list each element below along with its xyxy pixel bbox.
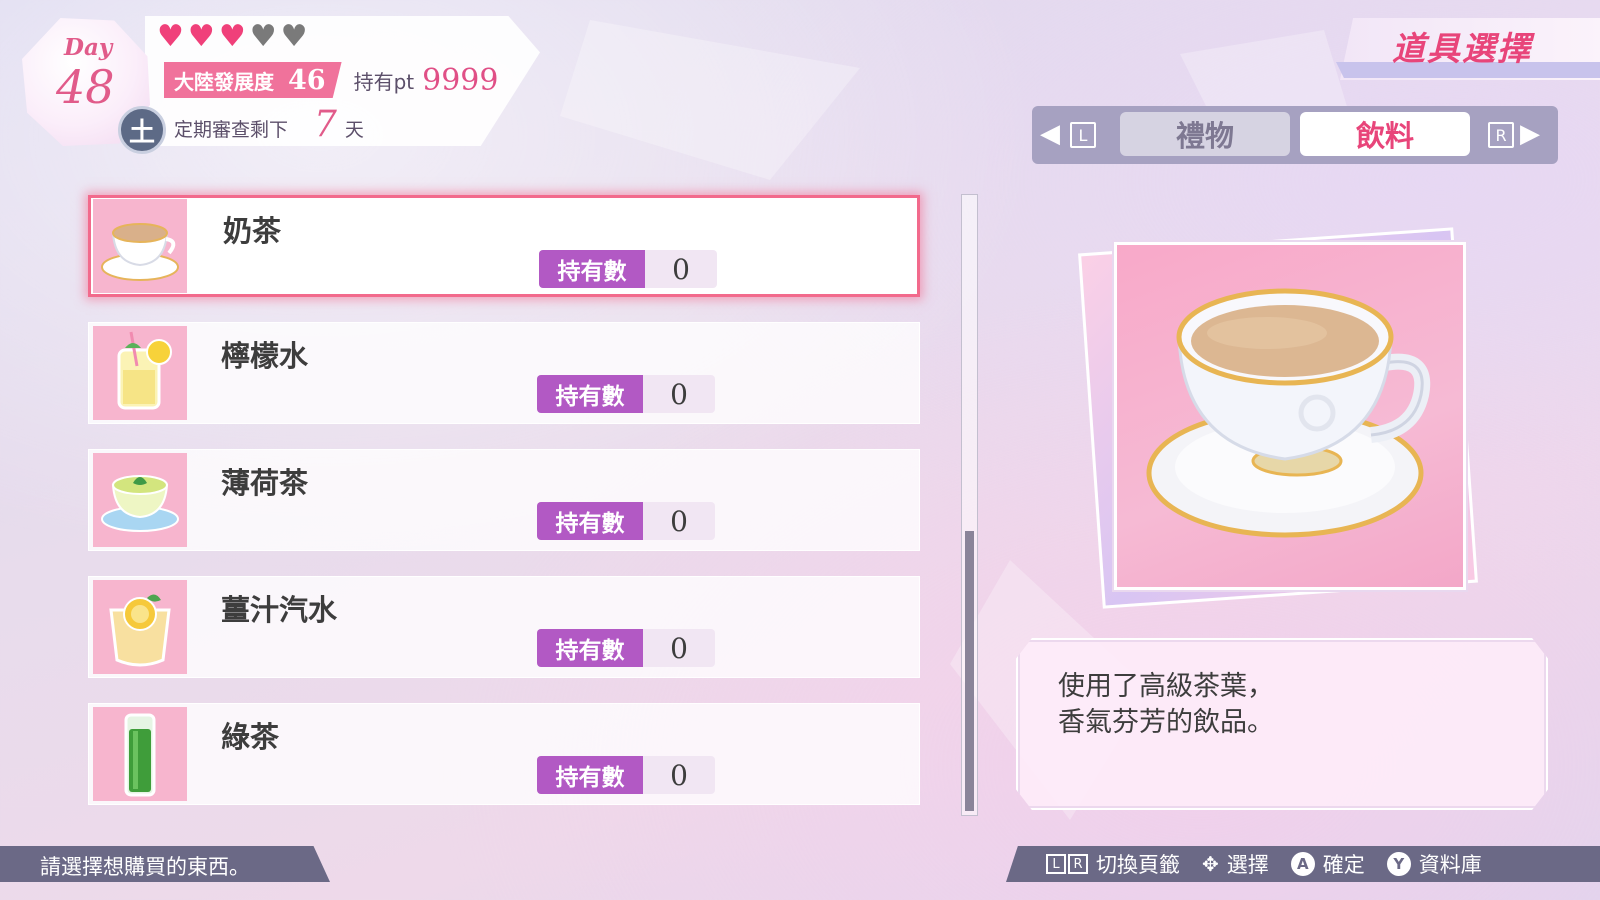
screen-title: 道具選擇 <box>1392 29 1532 68</box>
milk-tea-icon <box>93 199 187 293</box>
quantity-value: 0 <box>672 252 690 286</box>
item-name: 綠茶 <box>221 720 280 754</box>
quantity-value: 0 <box>670 504 688 538</box>
control-database: Y 資料庫 <box>1386 849 1482 879</box>
heart-empty-icon: ♥ <box>249 19 277 54</box>
review-row: 定期審查剩下 7 天 <box>174 104 364 145</box>
item-name: 薑汁汽水 <box>221 593 338 627</box>
quantity-value: 0 <box>670 377 688 411</box>
control-confirm: A 確定 <box>1290 849 1365 879</box>
development-label: 大陸發展度 <box>174 69 274 94</box>
l-key-icon: L <box>1046 854 1066 874</box>
controls-bar: L R 切換頁籤 ✥ 選擇 A 確定 Y 資料庫 <box>1006 846 1600 882</box>
prompt-text: 請選擇想購買的東西。 <box>40 855 250 879</box>
a-button-icon: A <box>1290 852 1315 876</box>
chevron-left-icon[interactable]: ◀ <box>1040 119 1060 149</box>
item-row-lemonade[interactable]: 檸檬水 持有數 0 <box>88 322 920 424</box>
quantity-label: 持有數 <box>537 756 643 794</box>
item-row-mint-tea[interactable]: 薄荷茶 持有數 0 <box>88 449 920 551</box>
affection-hearts: ♥ ♥ ♥ ♥ ♥ <box>157 22 308 52</box>
control-label: 資料庫 <box>1418 853 1482 877</box>
development-value: 46 <box>288 64 326 96</box>
quantity-label: 持有數 <box>537 629 643 667</box>
development-row: 大陸發展度 46 持有pt 9999 <box>164 62 498 98</box>
item-list: 奶茶 持有數 0 檸檬水 持有數 0 薄荷茶 持有數 0 薑汁汽水 持有數 0 … <box>88 195 920 830</box>
category-tab-bar: ◀ L 禮物 飲料 R ▶ <box>1032 106 1558 164</box>
green-tea-icon <box>93 707 187 801</box>
day-label: Day <box>64 34 113 61</box>
control-switch-tab: L R 切換頁籤 <box>1046 849 1180 879</box>
control-label: 確定 <box>1322 853 1365 877</box>
heart-empty-icon: ♥ <box>280 19 308 54</box>
quantity-label: 持有數 <box>537 375 643 413</box>
item-name: 檸檬水 <box>221 339 309 373</box>
item-row-green-tea[interactable]: 綠茶 持有數 0 <box>88 703 920 805</box>
scrollbar-thumb[interactable] <box>965 531 974 811</box>
points-value: 9999 <box>422 62 499 98</box>
heart-filled-icon: ♥ <box>187 19 215 54</box>
control-label: 選擇 <box>1226 853 1269 877</box>
y-button-icon: Y <box>1386 852 1411 876</box>
item-row-milk-tea[interactable]: 奶茶 持有數 0 <box>88 195 920 297</box>
day-number: 48 <box>56 60 115 114</box>
control-select: ✥ 選擇 <box>1202 849 1269 879</box>
status-panel: Day 48 土 ♥ ♥ ♥ ♥ ♥ 大陸發展度 46 持有pt 9999 定期… <box>20 12 540 154</box>
item-preview <box>1078 220 1478 610</box>
item-name: 奶茶 <box>223 214 282 248</box>
quantity-display: 持有數 0 <box>537 756 715 794</box>
l-key-icon: L <box>1070 122 1096 148</box>
ginger-soda-icon <box>93 580 187 674</box>
quantity-value: 0 <box>670 758 688 792</box>
weekday-badge: 土 <box>118 106 166 154</box>
milk-tea-illustration-icon <box>1146 288 1431 538</box>
quantity-display: 持有數 0 <box>539 250 717 288</box>
preview-card <box>1114 242 1466 590</box>
review-unit: 天 <box>344 119 364 141</box>
dpad-icon: ✥ <box>1202 852 1219 876</box>
review-days: 7 <box>314 104 337 145</box>
quantity-display: 持有數 0 <box>537 502 715 540</box>
tab-gifts[interactable]: 禮物 <box>1120 112 1290 156</box>
item-name: 薄荷茶 <box>221 466 309 500</box>
lemonade-icon <box>93 326 187 420</box>
description-line-1: 使用了高級茶葉， <box>1058 671 1274 702</box>
item-row-ginger-soda[interactable]: 薑汁汽水 持有數 0 <box>88 576 920 678</box>
list-scrollbar[interactable] <box>961 194 978 816</box>
mint-tea-icon <box>93 453 187 547</box>
heart-filled-icon: ♥ <box>157 19 184 54</box>
item-description-box: 使用了高級茶葉， 香氣芬芳的飲品。 <box>1016 638 1548 810</box>
review-label: 定期審查剩下 <box>174 119 289 141</box>
tab-drinks[interactable]: 飲料 <box>1300 112 1470 156</box>
heart-filled-icon: ♥ <box>218 19 246 54</box>
r-key-icon: R <box>1068 854 1088 874</box>
quantity-value: 0 <box>670 631 688 665</box>
description-line-2: 香氣芬芳的飲品。 <box>1058 707 1274 738</box>
points-label: 持有pt <box>353 69 415 94</box>
quantity-label: 持有數 <box>539 250 645 288</box>
development-tag: 大陸發展度 46 <box>164 62 342 98</box>
quantity-display: 持有數 0 <box>537 375 715 413</box>
r-key-icon: R <box>1488 122 1514 148</box>
chevron-right-icon[interactable]: ▶ <box>1520 119 1540 149</box>
quantity-label: 持有數 <box>537 502 643 540</box>
control-label: 切換頁籤 <box>1096 853 1180 877</box>
quantity-display: 持有數 0 <box>537 629 715 667</box>
